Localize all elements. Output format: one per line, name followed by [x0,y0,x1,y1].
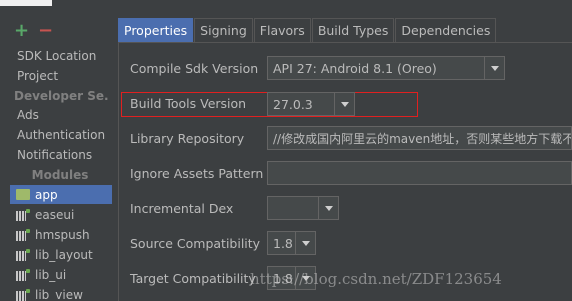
library-module-icon [16,228,30,241]
module-label: app [35,187,58,202]
source-compatibility-value: 1.8 [273,235,293,251]
module-item-app[interactable]: app [10,185,112,204]
ignore-assets-pattern-input[interactable] [267,161,572,185]
incremental-dex-label: Incremental Dex [130,201,234,216]
library-module-icon [16,288,30,301]
module-label: easeui [35,207,75,222]
source-compatibility-label: Source Compatibility [130,236,261,251]
chevron-down-icon[interactable] [484,57,504,79]
remove-icon[interactable]: − [38,22,53,40]
tab-build-types[interactable]: Build Types [311,18,395,42]
ignore-assets-pattern-label: Ignore Assets Pattern [130,166,264,181]
tab-flavors[interactable]: Flavors [253,18,311,42]
sidebar: + − SDK Location Project Developer Se...… [0,14,114,301]
watermark-text: https://blog.csdn.net/ZDF123654 [250,270,502,288]
module-label: lib_layout [35,247,93,262]
module-item-lib-layout[interactable]: lib_layout [10,245,112,264]
chevron-down-icon[interactable] [295,232,315,254]
sidebar-item-authentication[interactable]: Authentication [17,128,105,142]
build-tools-dropdown[interactable]: 27.0.3 [267,92,355,116]
sidebar-header-modules: Modules [31,168,89,182]
build-tools-value: 27.0.3 [273,96,313,112]
module-label: hmspush [35,227,90,242]
module-app-icon [16,189,30,200]
tab-dependencies[interactable]: Dependencies [395,18,497,42]
build-tools-label: Build Tools Version [130,96,247,111]
module-item-easeui[interactable]: easeui [10,205,112,224]
tab-bar: Properties Signing Flavors Build Types D… [118,18,497,42]
module-item-lib-ui[interactable]: lib_ui [10,265,112,284]
module-label: lib_view [35,287,83,301]
chevron-down-icon[interactable] [334,93,354,115]
target-compatibility-label: Target Compatibility [130,271,256,286]
sidebar-header-developer-services: Developer Se... [14,89,108,103]
module-item-lib-view[interactable]: lib_view [10,285,112,301]
compile-sdk-value: API 27: Android 8.1 (Oreo) [273,60,437,76]
tab-signing[interactable]: Signing [194,18,253,42]
compile-sdk-label: Compile Sdk Version [130,61,259,76]
sidebar-item-project[interactable]: Project [17,69,58,83]
chevron-down-icon[interactable] [318,197,338,219]
module-item-hmspush[interactable]: hmspush [10,225,112,244]
library-repository-label: Library Repository [130,131,245,146]
add-icon[interactable]: + [14,22,29,40]
library-module-icon [16,208,30,221]
library-repository-input[interactable]: //修改成国内阿里云的maven地址，否则某些地方下载不 [267,126,572,150]
module-label: lib_ui [35,267,67,282]
library-module-icon [16,268,30,281]
library-module-icon [16,248,30,261]
window-top-strip [0,0,572,14]
window-top-edge [0,0,52,6]
sidebar-item-sdk-location[interactable]: SDK Location [17,49,96,63]
sidebar-item-ads[interactable]: Ads [17,108,39,122]
tab-properties[interactable]: Properties [118,18,194,42]
compile-sdk-dropdown[interactable]: API 27: Android 8.1 (Oreo) [267,56,505,80]
source-compatibility-dropdown[interactable]: 1.8 [267,231,316,255]
sidebar-item-notifications[interactable]: Notifications [17,148,92,162]
incremental-dex-dropdown[interactable] [267,196,339,220]
